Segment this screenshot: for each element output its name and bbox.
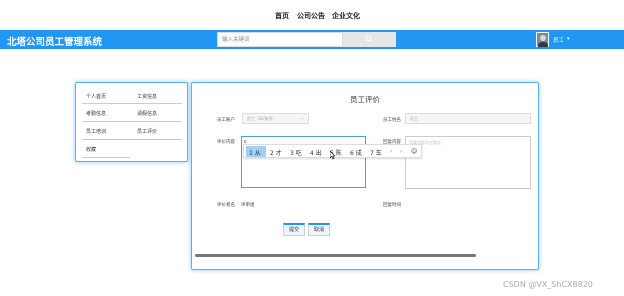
- search-icon: [365, 35, 373, 43]
- chevron-down-icon[interactable]: ▾: [567, 36, 570, 42]
- ime-candidate[interactable]: 1 从: [249, 148, 261, 157]
- cancel-button[interactable]: 取消: [308, 223, 330, 236]
- comment-label: 评价内容: [217, 140, 235, 145]
- watermark: CSDN @VX_ShCX8820: [503, 280, 593, 289]
- reply-textarea[interactable]: 回复内容为空暂无: [405, 136, 531, 189]
- divider: [82, 157, 130, 158]
- sidebar: 个人首页 工资信息 考勤信息 请假信息 员工培训 员工评价 收藏: [75, 82, 188, 162]
- employee-account-select[interactable]: 员工（ID/账号） ⌄: [242, 113, 309, 124]
- evaluator-label: 评价者名: [217, 203, 235, 208]
- submit-button[interactable]: 提交: [283, 223, 305, 236]
- search-input[interactable]: [217, 32, 343, 47]
- top-navigation: 首页 公司公告 企业文化: [0, 0, 624, 30]
- nav-home[interactable]: 首页: [275, 11, 289, 21]
- ime-candidate[interactable]: 6 成: [350, 148, 362, 157]
- ime-prev-icon[interactable]: ‹: [390, 148, 392, 155]
- sidebar-item-evaluation[interactable]: 员工评价: [137, 128, 157, 135]
- employee-name-field[interactable]: 员工: [405, 113, 531, 124]
- ime-candidate[interactable]: 2 才: [270, 148, 282, 157]
- ime-candidate[interactable]: 4 出: [310, 148, 322, 157]
- ime-candidate[interactable]: 7 车: [370, 148, 382, 157]
- ime-next-icon[interactable]: ›: [400, 148, 402, 155]
- sidebar-item-training[interactable]: 员工培训: [86, 128, 106, 135]
- sidebar-item-profile[interactable]: 个人首页: [86, 93, 106, 100]
- employee-account-placeholder: 员工（ID/账号）: [247, 116, 277, 121]
- app-title: 北塔公司员工管理系统: [7, 37, 103, 48]
- avatar[interactable]: [536, 32, 549, 47]
- mouse-cursor-icon: [330, 151, 336, 160]
- sidebar-item-salary[interactable]: 工资信息: [137, 93, 157, 100]
- divider: [82, 121, 182, 122]
- sidebar-item-leave[interactable]: 请假信息: [137, 110, 157, 117]
- sidebar-item-attendance[interactable]: 考勤信息: [86, 110, 106, 117]
- ime-candidate[interactable]: 3 吃: [290, 148, 302, 157]
- page-title: 员工评价: [350, 95, 380, 104]
- sidebar-item-favorites[interactable]: 收藏: [86, 146, 96, 153]
- employee-name-label: 员工姓名: [383, 118, 401, 123]
- evaluator-value: 评审组: [241, 203, 255, 208]
- user-name[interactable]: 员工: [553, 36, 564, 44]
- app-header: 北塔公司员工管理系统 员工 ▾: [0, 30, 624, 49]
- nav-announcements[interactable]: 公司公告: [297, 11, 325, 21]
- divider: [82, 103, 182, 104]
- employee-account-label: 员工账户: [217, 118, 235, 123]
- employee-name-placeholder: 员工: [410, 116, 418, 121]
- horizontal-scrollbar[interactable]: [195, 254, 476, 257]
- search-button[interactable]: [343, 32, 396, 47]
- nav-culture[interactable]: 企业文化: [332, 11, 360, 21]
- emoji-icon[interactable]: ☺: [411, 148, 417, 155]
- reply-time-label: 回复时间: [383, 203, 401, 208]
- chevron-down-icon: ⌄: [300, 116, 304, 121]
- divider: [82, 139, 182, 140]
